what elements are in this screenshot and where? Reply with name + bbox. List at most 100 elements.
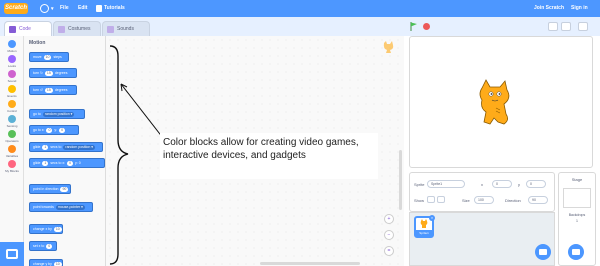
block-text: degrees [54,71,68,75]
menu-bar: Scratch ▾ File Edit Tutorials Join Scrat… [0,0,600,17]
block-text: steps [53,55,62,59]
annotation-brace [109,45,129,265]
editor-tabs: Code Costumes Sounds [0,17,404,36]
block-input[interactable]: 0 [46,243,53,249]
block-change-y[interactable]: change y by 10 [29,259,63,266]
scratch-logo[interactable]: Scratch [4,3,28,14]
cat-sprite[interactable] [472,78,516,126]
edit-menu[interactable]: Edit [78,0,87,17]
sprite-info-pane [409,172,555,212]
block-move[interactable]: move 10 steps [29,52,69,62]
block-dropdown[interactable]: mouse-pointer ▾ [55,204,85,210]
block-input[interactable]: 0 [46,127,53,133]
size-field[interactable]: 100 [474,196,494,204]
block-point-towards[interactable]: point towards mouse-pointer ▾ [29,202,93,212]
backdrops-count: 1 [576,219,578,223]
hide-button[interactable] [437,196,445,203]
add-sprite-button[interactable] [535,244,551,260]
my-blocks-icon [8,160,16,168]
y-field[interactable]: 0 [526,180,546,188]
sensing-icon [8,115,16,123]
block-input[interactable]: 0 [67,160,74,166]
block-go-to-xy[interactable]: go to x: 0 y: 0 [29,125,79,135]
block-glide-xy[interactable]: glide 1 secs to x: 0 y: 0 [29,158,105,168]
stage-title: Stage [571,177,583,182]
file-menu[interactable]: File [60,0,69,17]
block-input[interactable]: 15 [44,87,53,93]
green-flag-icon[interactable] [410,22,418,31]
sprite-thumbnail[interactable]: Sprite1 × [414,215,435,238]
tab-costumes[interactable]: Costumes [53,21,101,36]
block-turn-left[interactable]: turn ↺ 15 degrees [29,85,77,95]
delete-sprite-icon[interactable]: × [429,215,435,221]
block-text: change y by [33,262,52,266]
block-input[interactable]: 1 [42,160,49,166]
sprite-label: Sprite [414,182,425,187]
operators-icon [8,130,16,138]
show-visible-button[interactable] [427,196,435,203]
direction-label: Direction [505,198,521,203]
block-input[interactable]: 90 [60,186,69,192]
block-input[interactable]: 10 [53,261,62,266]
small-stage-button[interactable] [548,22,558,31]
block-set-x[interactable]: set x to 0 [29,241,57,251]
add-backdrop-button[interactable] [568,244,584,260]
code-icon [9,26,16,33]
tutorials-menu[interactable]: Tutorials [104,0,125,17]
direction-field[interactable]: 90 [528,196,548,204]
sound-icon [8,70,16,78]
palette-title: Motion [29,40,46,46]
fullscreen-button[interactable] [578,22,588,31]
cat-add-icon [539,249,547,255]
sprite-icon [383,41,394,53]
block-text: secs to x: [50,161,66,165]
tab-sounds[interactable]: Sounds [102,21,150,36]
category-my-blocks[interactable]: My Blocks [0,158,24,178]
vertical-scrollbar[interactable] [399,150,402,210]
stop-icon[interactable] [423,23,430,30]
costumes-icon [58,26,65,33]
globe-icon[interactable] [40,4,49,13]
looks-icon [8,55,16,63]
tab-code[interactable]: Code [4,21,52,36]
add-extension-button[interactable] [0,242,24,266]
block-dropdown[interactable]: random position ▾ [63,144,96,150]
variables-icon [8,145,16,153]
block-dropdown[interactable]: random position ▾ [42,111,75,117]
chevron-down-icon[interactable]: ▾ [51,7,54,12]
sprite-name-field[interactable]: Sprite1 [427,180,465,188]
events-icon [8,85,16,93]
block-turn-right[interactable]: turn ↻ 15 degrees [29,68,77,78]
horizontal-scrollbar[interactable] [260,262,360,265]
tab-code-label: Code [19,26,31,32]
block-palette: Motion move 10 steps turn ↻ 15 degrees t… [24,36,106,266]
stage-thumbnail[interactable] [563,188,591,208]
block-input[interactable]: 15 [44,70,53,76]
block-text: point in direction [33,187,59,191]
size-label: Size [462,198,470,203]
backdrop-add-icon [572,249,580,255]
show-label: Show [414,198,425,203]
x-field[interactable]: 0 [492,180,512,188]
sign-in-link[interactable]: Sign in [571,0,588,17]
block-change-x[interactable]: change x by 10 [29,224,63,234]
x-label: x [481,182,483,187]
block-input[interactable]: 0 [59,127,66,133]
block-glide-to[interactable]: glide 1 secs to random position ▾ [29,142,103,152]
block-input[interactable]: 1 [42,144,49,150]
zoom-out-button[interactable]: − [384,230,394,240]
block-text: glide [33,161,41,165]
tutorials-icon[interactable] [96,5,102,12]
block-text: set x to [33,244,45,248]
join-scratch-link[interactable]: Join Scratch [534,0,564,17]
zoom-reset-button[interactable]: = [384,246,394,256]
block-go-to[interactable]: go to random position ▾ [29,109,85,119]
large-stage-button[interactable] [561,22,571,31]
block-input[interactable]: 10 [43,54,52,60]
block-input[interactable]: 10 [53,226,62,232]
block-text: degrees [54,88,68,92]
block-point-direction[interactable]: point in direction 90 [29,184,71,194]
sprite-thumbnail-label: Sprite1 [416,230,432,236]
block-text: turn ↻ [33,71,43,75]
zoom-in-button[interactable]: + [384,214,394,224]
